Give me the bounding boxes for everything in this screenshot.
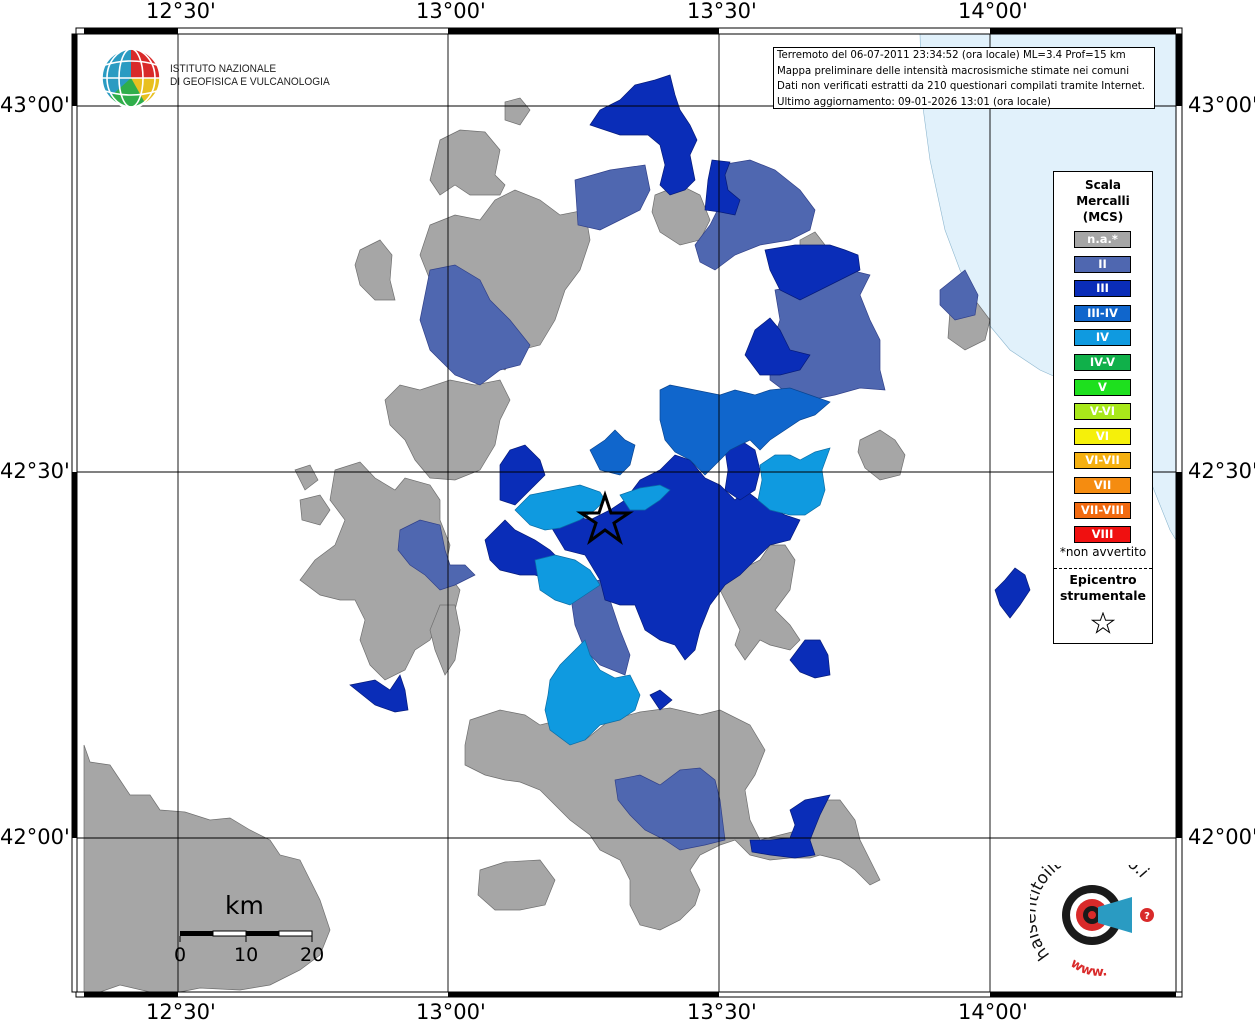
ingv-name: ISTITUTO NAZIONALE DI GEOFISICA E VULCAN… xyxy=(170,63,330,89)
legend-swatch: IV-V xyxy=(1074,354,1131,371)
event-info-box: Terremoto del 06-07-2011 23:34:52 (ora l… xyxy=(773,47,1155,109)
event-info-line1: Terremoto del 06-07-2011 23:34:52 (ora l… xyxy=(777,50,1126,61)
event-info-line4: Ultimo aggiornamento: 09-01-2026 13:01 (… xyxy=(777,96,1051,108)
legend-swatch: II xyxy=(1074,255,1131,273)
legend-title-line2: Mercalli xyxy=(1076,194,1130,208)
legend-swatch: VI xyxy=(1074,427,1131,445)
legend-swatch: VII-VIII xyxy=(1074,501,1131,519)
legend-na-note: *non avvertito xyxy=(1059,545,1147,559)
scale-unit-label: km xyxy=(225,891,264,920)
lat-label-left: 42°00' xyxy=(0,825,70,849)
lat-label-right: 42°00' xyxy=(1188,825,1255,849)
legend-title-line1: Scala xyxy=(1084,178,1122,192)
scale-tick-label: 0 xyxy=(174,944,187,966)
lon-label-top: 12°30' xyxy=(146,0,216,23)
ingv-name-line2: DI GEOFISICA E VULCANOLOGIA xyxy=(170,76,330,88)
legend-swatch: VII xyxy=(1074,477,1131,494)
legend-swatch: VIII xyxy=(1074,526,1131,544)
scale-tick-label: 10 xyxy=(234,944,259,966)
lon-label-bottom: 13°00' xyxy=(416,1000,486,1024)
lat-label-right: 42°30' xyxy=(1188,459,1255,483)
legend-epicentre-line2: strumentale xyxy=(1059,588,1147,603)
lat-label-right: 43°00' xyxy=(1188,93,1255,117)
legend-title: Scala Mercalli (MCS) xyxy=(1054,177,1152,225)
legend-swatch: V-VI xyxy=(1074,403,1131,421)
mcs-legend: Scala Mercalli (MCS) n.a.* II III III-IV IV I… xyxy=(1053,171,1153,644)
haisentitoilterremoto-logo: ? haisentitoilterremoto.it www. xyxy=(1030,865,1154,980)
legend-swatch: n.a.* xyxy=(1074,231,1131,248)
lon-label-bottom: 12°30' xyxy=(146,1000,216,1024)
legend-swatch: III-IV xyxy=(1074,304,1131,322)
lat-label-left: 43°00' xyxy=(0,93,70,117)
legend-swatch: V xyxy=(1074,378,1131,396)
legend-title-line3: (MCS) xyxy=(1082,210,1124,224)
lon-label-bottom: 14°00' xyxy=(958,1000,1028,1024)
svg-text:?: ? xyxy=(1144,911,1150,922)
legend-swatch: III xyxy=(1074,280,1131,298)
legend-epicentre-line1: Epicentro xyxy=(1069,572,1137,587)
ingv-globe-logo xyxy=(101,48,161,108)
legend-epicentre-label: Epicentro strumentale xyxy=(1054,572,1152,604)
lon-label-top: 13°00' xyxy=(416,0,486,23)
lon-label-top: 13°30' xyxy=(687,0,757,23)
site-url-prefix: www. xyxy=(1068,956,1109,980)
ingv-name-line1: ISTITUTO NAZIONALE xyxy=(170,63,277,75)
legend-star-icon xyxy=(1091,612,1115,634)
site-url-prefix-path: www. xyxy=(1068,956,1109,980)
legend-swatch: IV xyxy=(1074,329,1131,347)
event-info-line3: Dati non verificati estratti da 210 ques… xyxy=(777,81,1145,92)
lon-label-bottom: 13°30' xyxy=(687,1000,757,1024)
scale-tick-label: 20 xyxy=(300,944,325,966)
event-info-line2: Mappa preliminare delle intensità macros… xyxy=(777,65,1130,77)
lat-label-left: 42°30' xyxy=(0,459,70,483)
lon-label-top: 14°00' xyxy=(958,0,1028,23)
legend-separator xyxy=(1054,568,1152,569)
legend-swatch: VI-VII xyxy=(1074,452,1131,470)
